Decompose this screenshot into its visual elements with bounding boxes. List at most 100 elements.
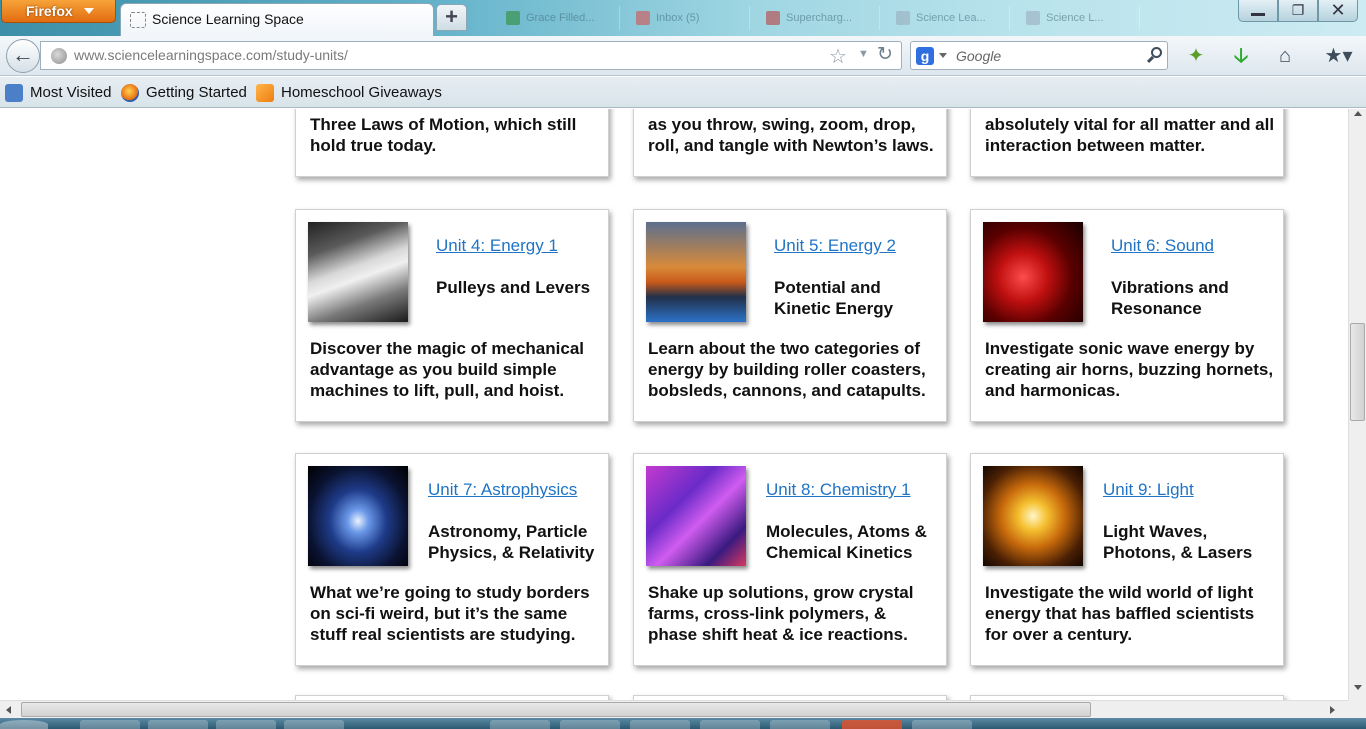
taskbar-item[interactable]: [490, 720, 550, 729]
tab-background[interactable]: Science L...: [1020, 6, 1140, 30]
taskbar-item[interactable]: [770, 720, 830, 729]
taskbar-item[interactable]: [284, 720, 344, 729]
unit-card-light: Unit 9: Light Light Waves, Photons, & La…: [970, 453, 1284, 666]
taskbar-item[interactable]: [912, 720, 972, 729]
unit-link[interactable]: Unit 5: Energy 2: [774, 236, 896, 256]
tab-background[interactable]: Science Lea...: [890, 6, 1010, 30]
unit-card-partial: as you throw, swing, zoom, drop, roll, a…: [633, 109, 947, 177]
vertical-scroll-thumb[interactable]: [1350, 323, 1365, 421]
address-bar[interactable]: www.sciencelearningspace.com/study-units…: [40, 41, 902, 70]
chevron-down-icon[interactable]: [939, 53, 947, 58]
taskbar-item[interactable]: [148, 720, 208, 729]
tab-active[interactable]: Science Learning Space: [120, 3, 434, 36]
tab-favicon-icon: [766, 11, 780, 25]
home-icon[interactable]: ⌂: [1270, 42, 1300, 70]
minimize-button[interactable]: [1238, 0, 1278, 22]
unit-card-astrophysics: Unit 7: Astrophysics Astronomy, Particle…: [295, 453, 609, 666]
taskbar-item[interactable]: [630, 720, 690, 729]
taskbar-item[interactable]: [560, 720, 620, 729]
taskbar-item[interactable]: [80, 720, 140, 729]
ferris-wheel-image[interactable]: [646, 222, 746, 322]
tab-background[interactable]: Inbox (5): [630, 6, 750, 30]
history-dropdown-icon[interactable]: ▼: [858, 48, 869, 60]
rss-feed-icon: [256, 84, 274, 102]
chemistry-flasks-image[interactable]: [646, 466, 746, 566]
minimize-icon: [1251, 12, 1265, 16]
restore-button[interactable]: ❐: [1278, 0, 1318, 22]
unit-card-energy-2: Unit 5: Energy 2 Potential and Kinetic E…: [633, 209, 947, 422]
window-controls: ❐ ✕: [1232, 0, 1366, 24]
light-waves-image[interactable]: [983, 466, 1083, 566]
search-icon[interactable]: [1146, 45, 1164, 65]
bookmarks-menu-icon[interactable]: ★▾: [1316, 42, 1361, 70]
space-shuttle-image[interactable]: [308, 222, 408, 322]
unit-link[interactable]: Unit 4: Energy 1: [436, 236, 558, 256]
scroll-left-icon[interactable]: [6, 706, 11, 714]
unit-description: Three Laws of Motion, which still hold t…: [310, 115, 577, 155]
unit-subtitle: Pulleys and Levers: [436, 278, 591, 297]
gmail-icon: [636, 11, 650, 25]
unit-description: Shake up solutions, grow crystal farms, …: [648, 583, 914, 644]
bookmark-most-visited[interactable]: Most Visited: [5, 83, 111, 103]
taskbar-item[interactable]: [216, 720, 276, 729]
unit-description: as you throw, swing, zoom, drop, roll, a…: [648, 115, 934, 155]
unit-subtitle: Astronomy, Particle Physics, & Relativit…: [428, 522, 595, 562]
search-input[interactable]: Google: [956, 48, 1001, 64]
unit-subtitle: Vibrations and Resonance: [1111, 278, 1229, 318]
scroll-up-icon[interactable]: [1354, 111, 1362, 116]
bookmark-homeschool-giveaways[interactable]: Homeschool Giveaways: [256, 83, 442, 103]
unit-link[interactable]: Unit 6: Sound: [1111, 236, 1214, 256]
navigation-toolbar: www.sciencelearningspace.com/study-units…: [0, 36, 1366, 76]
search-bar[interactable]: g Google: [910, 41, 1168, 70]
tab-label: Science Lea...: [916, 12, 986, 24]
back-button[interactable]: ←: [6, 39, 40, 73]
page-content: Three Laws of Motion, which still hold t…: [0, 109, 1348, 700]
unit-card-sound: Unit 6: Sound Vibrations and Resonance I…: [970, 209, 1284, 422]
arrow-left-icon: ←: [12, 42, 34, 67]
url-text[interactable]: www.sciencelearningspace.com/study-units…: [74, 47, 348, 63]
url-host: www.sciencelearningspace.com: [74, 47, 273, 63]
firefox-menu-button[interactable]: Firefox: [1, 0, 116, 23]
google-icon[interactable]: g: [916, 47, 934, 65]
globe-icon: [51, 48, 67, 64]
unit-link[interactable]: Unit 8: Chemistry 1: [766, 480, 911, 500]
taskbar-item-active[interactable]: [842, 720, 902, 729]
horizontal-scroll-thumb[interactable]: [21, 702, 1091, 717]
bookmark-label: Getting Started: [146, 84, 247, 101]
tab-favicon-icon: [1026, 11, 1040, 25]
vertical-scrollbar[interactable]: [1348, 109, 1366, 700]
galaxy-image[interactable]: [308, 466, 408, 566]
unit-link[interactable]: Unit 7: Astrophysics: [428, 480, 577, 500]
new-tab-button[interactable]: +: [436, 4, 467, 31]
horizontal-scrollbar[interactable]: [0, 700, 1348, 718]
tab-label: Grace Filled...: [526, 12, 595, 24]
unit-subtitle: Molecules, Atoms & Chemical Kinetics: [766, 522, 927, 562]
unit-description: Discover the magic of mechanical advanta…: [310, 339, 584, 400]
firefox-logo-icon: [121, 84, 139, 102]
scroll-down-icon[interactable]: [1354, 685, 1362, 690]
tab-background[interactable]: Grace Filled...: [500, 6, 620, 30]
tab-favicon-icon: [506, 11, 520, 25]
unit-description: Investigate sonic wave energy by creatin…: [985, 339, 1274, 400]
unit-subtitle: Potential and Kinetic Energy: [774, 278, 894, 318]
start-button[interactable]: [0, 720, 48, 729]
bookmark-label: Homeschool Giveaways: [281, 84, 442, 101]
reload-icon[interactable]: ↻: [877, 43, 893, 66]
close-button[interactable]: ✕: [1318, 0, 1358, 22]
restore-icon: ❐: [1291, 2, 1305, 18]
unit-card-chemistry-1: Unit 8: Chemistry 1 Molecules, Atoms & C…: [633, 453, 947, 666]
bookmark-star-icon[interactable]: ☆: [829, 44, 847, 69]
unit-description: What we’re going to study borders on sci…: [310, 583, 590, 644]
tab-label: Supercharg...: [786, 12, 853, 24]
taskbar-item[interactable]: [700, 720, 760, 729]
background-tabs: Grace Filled... Inbox (5) Supercharg... …: [470, 6, 1150, 30]
unit-link[interactable]: Unit 9: Light: [1103, 480, 1194, 500]
download-icon[interactable]: 🡣: [1226, 42, 1256, 70]
sound-wave-image[interactable]: [983, 222, 1083, 322]
tab-background[interactable]: Supercharg...: [760, 6, 880, 30]
bookmark-getting-started[interactable]: Getting Started: [121, 83, 247, 103]
addon-icon[interactable]: ✦: [1181, 42, 1211, 70]
scroll-right-icon[interactable]: [1330, 706, 1335, 714]
close-icon: ✕: [1330, 0, 1346, 20]
unit-card-partial: absolutely vital for all matter and all …: [970, 109, 1284, 177]
